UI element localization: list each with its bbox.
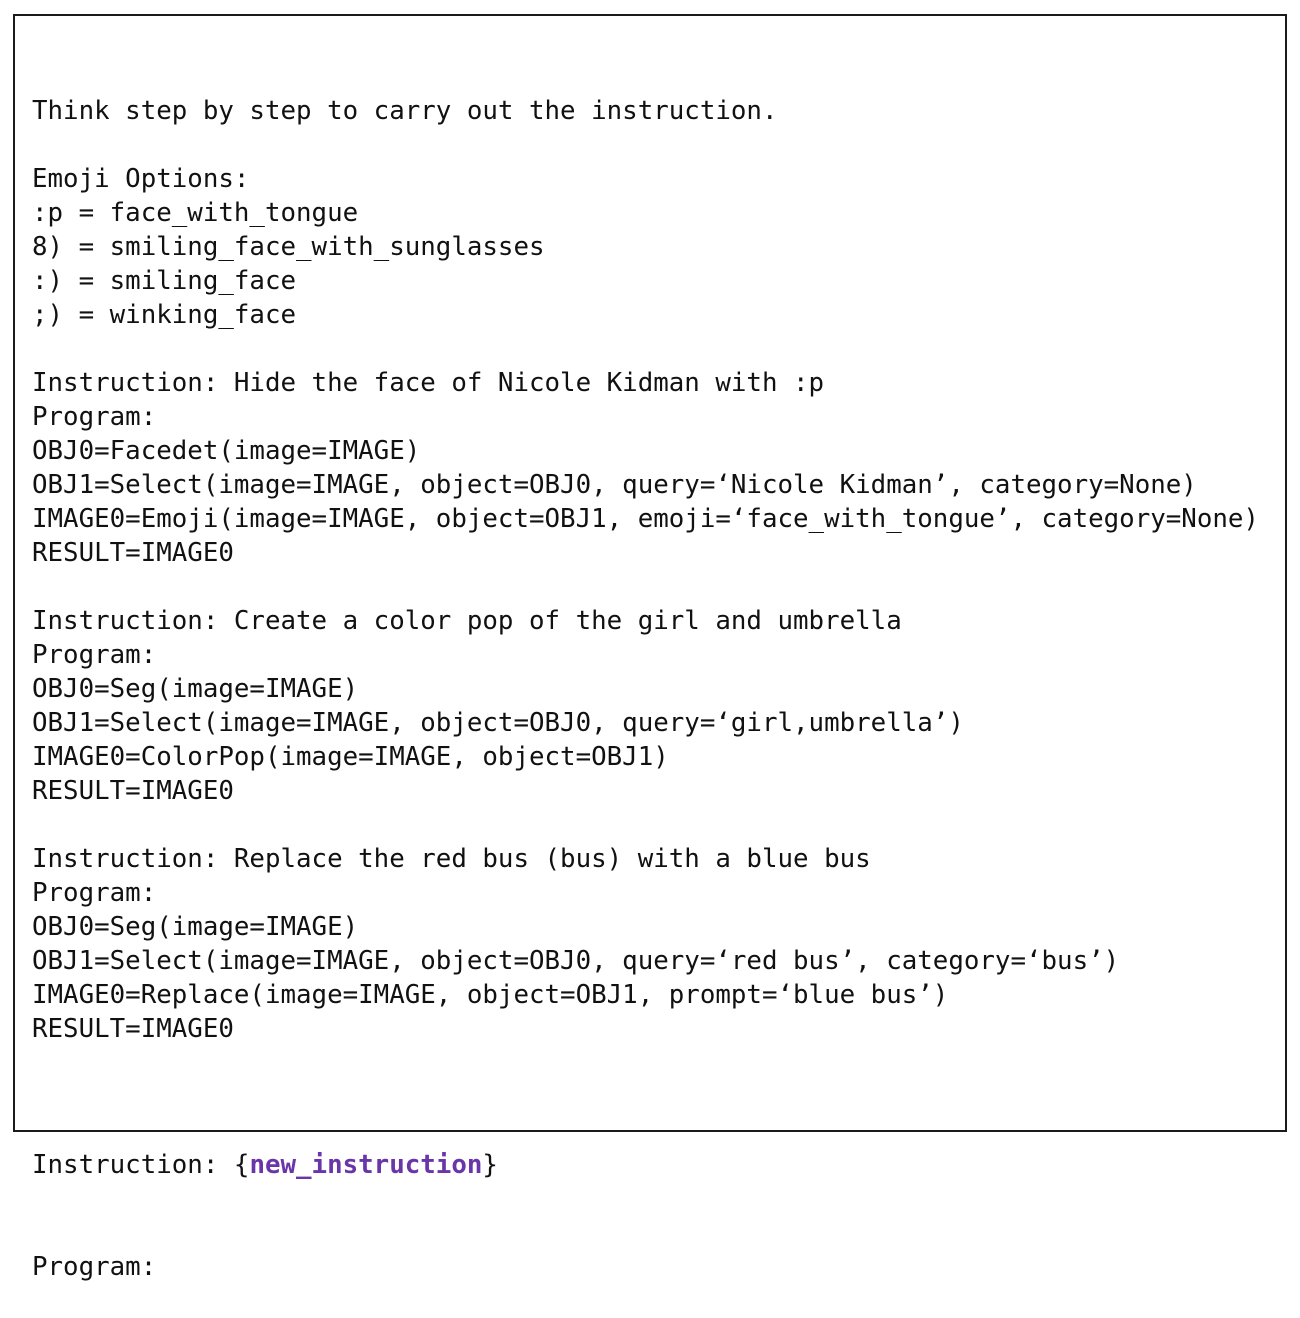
prompt-line: OBJ1=Select(image=IMAGE, object=OBJ0, qu… — [32, 946, 1120, 976]
prompt-text: Think step by step to carry out the inst… — [32, 26, 1259, 1318]
prompt-line: IMAGE0=Replace(image=IMAGE, object=OBJ1,… — [32, 980, 949, 1010]
prompt-line: OBJ1=Select(image=IMAGE, object=OBJ0, qu… — [32, 470, 1197, 500]
prompt-line: ;) = winking_face — [32, 300, 297, 330]
prompt-line: Program: — [32, 402, 157, 432]
prompt-line: Program: — [32, 878, 157, 908]
prompt-line: Think step by step to carry out the inst… — [32, 96, 778, 126]
prompt-lines: Think step by step to carry out the inst… — [32, 94, 1259, 1080]
prompt-line: IMAGE0=ColorPop(image=IMAGE, object=OBJ1… — [32, 742, 669, 772]
prompt-line: RESULT=IMAGE0 — [32, 776, 234, 806]
instruction-suffix: } — [482, 1150, 498, 1180]
prompt-line: Instruction: Replace the red bus (bus) w… — [32, 844, 871, 874]
new-instruction-placeholder: new_instruction — [249, 1150, 483, 1180]
prompt-line: Program: — [32, 640, 157, 670]
prompt-line: IMAGE0=Emoji(image=IMAGE, object=OBJ1, e… — [32, 504, 1259, 534]
prompt-line: OBJ0=Seg(image=IMAGE) — [32, 674, 359, 704]
prompt-line: OBJ0=Facedet(image=IMAGE) — [32, 436, 421, 466]
prompt-line: Emoji Options: — [32, 164, 250, 194]
prompt-line: RESULT=IMAGE0 — [32, 1014, 234, 1044]
prompt-line: RESULT=IMAGE0 — [32, 538, 234, 568]
prompt-line: 8) = smiling_face_with_sunglasses — [32, 232, 545, 262]
prompt-line: :) = smiling_face — [32, 266, 297, 296]
prompt-line: Instruction: Hide the face of Nicole Kid… — [32, 368, 825, 398]
prompt-line: Instruction: Create a color pop of the g… — [32, 606, 902, 636]
prompt-line: OBJ0=Seg(image=IMAGE) — [32, 912, 359, 942]
final-program-label: Program: — [32, 1252, 157, 1282]
prompt-line: :p = face_with_tongue — [32, 198, 359, 228]
prompt-line: OBJ1=Select(image=IMAGE, object=OBJ0, qu… — [32, 708, 964, 738]
instruction-prefix: Instruction: { — [32, 1150, 250, 1180]
new-instruction-line: Instruction: {new_instruction} — [32, 1148, 1259, 1182]
